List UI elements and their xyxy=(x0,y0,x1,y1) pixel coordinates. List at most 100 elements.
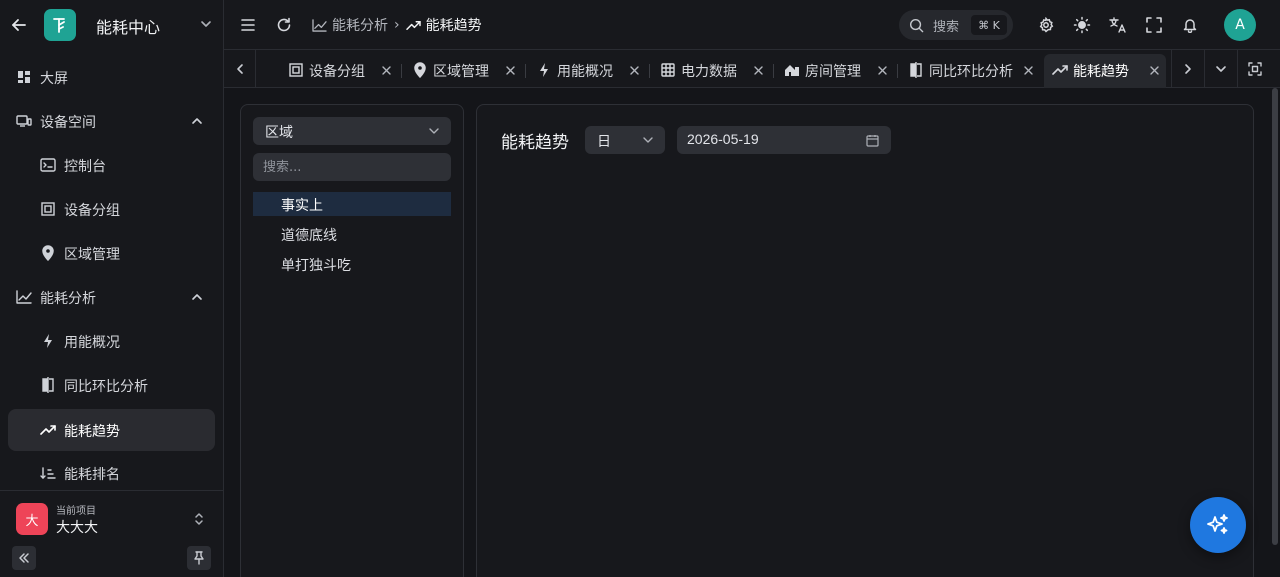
close-icon[interactable] xyxy=(752,64,764,76)
back-arrow-icon[interactable] xyxy=(8,14,30,36)
sidebar-item-label: 控制台 xyxy=(64,159,106,175)
trend-icon xyxy=(40,422,56,438)
tab-label: 设备分组 xyxy=(309,64,365,80)
sidebar-item-energy-ranking[interactable]: 能耗排名 xyxy=(8,452,215,494)
scrollbar-thumb[interactable] xyxy=(1272,88,1278,545)
screen-capture-icon[interactable] xyxy=(1237,50,1271,88)
date-picker[interactable]: 2026-05-19 xyxy=(677,126,891,154)
global-search[interactable]: 搜索 ⌘ K xyxy=(899,10,1013,40)
sidebar-item-console[interactable]: 控制台 xyxy=(8,144,215,186)
line-chart-icon xyxy=(312,18,327,32)
device-group-icon xyxy=(40,201,56,217)
close-icon[interactable] xyxy=(876,64,888,76)
close-icon[interactable] xyxy=(1022,64,1034,76)
project-caption: 当前项目 xyxy=(56,506,96,517)
dashboard-icon xyxy=(16,69,32,85)
tab-label: 同比环比分析 xyxy=(929,64,1013,80)
close-icon[interactable] xyxy=(380,64,392,76)
energy-trend-panel: 能耗趋势 日 2026-05-19 xyxy=(476,104,1254,577)
panel-title: 能耗趋势 xyxy=(501,133,569,153)
user-avatar[interactable]: A xyxy=(1224,9,1256,41)
tab-power-data[interactable]: 电力数据 xyxy=(652,54,770,88)
project-switcher: 大 当前项目 大大大 xyxy=(0,490,223,577)
sidebar-item-label: 同比环比分析 xyxy=(64,379,148,395)
tree-node[interactable]: 事实上 xyxy=(253,192,451,216)
trend-icon xyxy=(1052,62,1068,78)
calendar-icon xyxy=(865,133,879,147)
ai-assistant-sparkle-icon[interactable] xyxy=(1190,497,1246,553)
tree-node[interactable]: 单打独斗吃 xyxy=(253,252,451,276)
refresh-icon[interactable] xyxy=(274,15,294,35)
sidebar-item-energy-trend[interactable]: 能耗趋势 xyxy=(8,409,215,451)
sidebar-item-label: 能耗排名 xyxy=(64,467,120,483)
tree-node-label: 事实上 xyxy=(281,198,323,214)
page-scrollbar[interactable] xyxy=(1270,88,1280,545)
tab-device-group[interactable]: 设备分组 xyxy=(280,54,398,88)
app-title: 能耗中心 xyxy=(96,18,161,37)
sidebar-item-label: 设备分组 xyxy=(64,203,120,219)
tabs-bar: 设备分组 区域管理 用能概况 电力数据 房间管理 同比环比分析 能耗趋势 xyxy=(224,50,1280,88)
sidebar-item-area-management[interactable]: 区域管理 xyxy=(8,232,215,274)
period-select[interactable]: 日 xyxy=(585,126,665,154)
tree-search-input[interactable] xyxy=(253,153,451,181)
tab-room-management[interactable]: 房间管理 xyxy=(776,54,894,88)
breadcrumb-current: 能耗趋势 xyxy=(405,15,482,35)
tab-yoy-analysis[interactable]: 同比环比分析 xyxy=(900,54,1040,88)
sidebar-item-dashboard[interactable]: 大屏 xyxy=(8,56,215,98)
collapse-sidebar-icon[interactable] xyxy=(12,546,36,570)
chevron-down-icon[interactable] xyxy=(1204,50,1236,88)
sidebar-item-device-group[interactable]: 设备分组 xyxy=(8,188,215,230)
chevron-right-icon[interactable] xyxy=(1171,50,1203,88)
tree-type-select[interactable]: 区域 xyxy=(253,117,451,145)
search-shortcut: ⌘ K xyxy=(971,15,1007,35)
location-pin-icon xyxy=(40,245,56,261)
sidebar-item-yoy-analysis[interactable]: 同比环比分析 xyxy=(8,364,215,406)
breadcrumb-current-label: 能耗趋势 xyxy=(425,18,482,34)
sun-icon[interactable] xyxy=(1072,15,1092,35)
chevron-down-icon[interactable] xyxy=(198,16,214,32)
project-avatar[interactable]: 大 xyxy=(16,503,48,535)
tab-divider xyxy=(401,64,402,78)
tree-node[interactable]: 道德底线 xyxy=(253,222,451,246)
breadcrumb: 能耗分析 › 能耗趋势 xyxy=(312,15,482,35)
chevron-left-icon[interactable] xyxy=(224,50,256,88)
tab-energy-overview[interactable]: 用能概况 xyxy=(528,54,646,88)
tree-type-value: 区域 xyxy=(265,125,293,141)
chevron-up-down-icon[interactable] xyxy=(191,511,207,527)
breadcrumb-separator: › xyxy=(394,17,400,33)
sidebar-item-label: 大屏 xyxy=(40,71,68,87)
project-name[interactable]: 大大大 xyxy=(56,517,98,537)
translate-icon[interactable] xyxy=(1108,15,1128,35)
tab-energy-trend[interactable]: 能耗趋势 xyxy=(1044,54,1166,88)
top-header: 能耗分析 › 能耗趋势 搜索 ⌘ K A xyxy=(224,0,1280,50)
sidebar-item-device-space[interactable]: 设备空间 xyxy=(8,100,215,142)
breadcrumb-parent[interactable]: 能耗分析 xyxy=(312,15,388,35)
line-chart-icon xyxy=(16,289,32,305)
menu-icon[interactable] xyxy=(238,15,258,35)
breadcrumb-parent-label: 能耗分析 xyxy=(332,18,388,34)
tab-label: 用能概况 xyxy=(557,64,613,80)
app-root: 能耗中心 大屏 设备空间 控制台 设备分组 区域管理 能耗分析 用能概况 同比环… xyxy=(0,0,1280,577)
sidebar: 能耗中心 大屏 设备空间 控制台 设备分组 区域管理 能耗分析 用能概况 同比环… xyxy=(0,0,224,577)
gear-icon[interactable] xyxy=(1036,15,1056,35)
close-icon[interactable] xyxy=(504,64,516,76)
search-icon xyxy=(908,17,924,33)
pin-icon[interactable] xyxy=(187,546,211,570)
ranking-icon xyxy=(40,465,56,481)
bell-icon[interactable] xyxy=(1180,15,1200,35)
close-icon[interactable] xyxy=(1148,64,1160,76)
table-icon xyxy=(660,62,676,78)
close-icon[interactable] xyxy=(628,64,640,76)
sidebar-item-label: 能耗分析 xyxy=(40,291,96,307)
sidebar-item-label: 设备空间 xyxy=(40,115,96,131)
app-logo-icon xyxy=(44,9,76,41)
sidebar-item-energy-overview[interactable]: 用能概况 xyxy=(8,320,215,362)
tab-label: 电力数据 xyxy=(681,64,737,80)
fullscreen-icon[interactable] xyxy=(1144,15,1164,35)
sidebar-item-energy-analysis[interactable]: 能耗分析 xyxy=(8,276,215,318)
sidebar-header: 能耗中心 xyxy=(0,0,223,50)
chevron-up-icon xyxy=(189,289,205,305)
chevron-down-icon xyxy=(427,124,441,138)
tab-area-management[interactable]: 区域管理 xyxy=(404,54,522,88)
tab-divider xyxy=(773,64,774,78)
